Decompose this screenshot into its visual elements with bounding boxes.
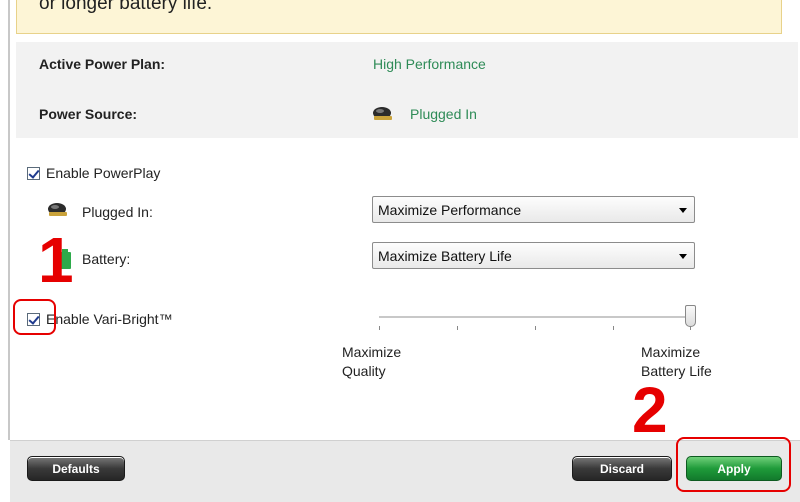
slider-tick: [613, 326, 614, 330]
plugged-in-label: Plugged In:: [82, 204, 153, 220]
power-settings-panel: or longer battery life. Active Power Pla…: [0, 0, 800, 502]
slider-max-caption-line1: Maximize: [641, 344, 701, 360]
battery-dropdown[interactable]: Maximize Battery Life: [372, 242, 695, 269]
enable-powerplay-checkbox[interactable]: [27, 166, 40, 180]
power-source-label: Power Source:: [39, 106, 138, 122]
enable-powerplay-label: Enable PowerPlay: [46, 165, 161, 181]
slider-min-caption-line1: Maximize: [342, 344, 402, 360]
active-plan-label: Active Power Plan:: [39, 56, 166, 72]
active-plan-value: High Performance: [373, 56, 486, 72]
discard-button[interactable]: Discard: [572, 456, 672, 481]
dropdown-arrow-icon: [679, 208, 687, 213]
annotation-box-apply: [676, 437, 791, 492]
power-source-value: Plugged In: [410, 106, 477, 122]
settings-section: [10, 142, 800, 440]
notice-text: or longer battery life.: [39, 0, 213, 14]
varibright-slider-track[interactable]: [379, 316, 691, 318]
battery-label: Battery:: [82, 251, 131, 267]
annotation-step-1: 1: [38, 224, 74, 296]
mouse-plugged-icon: [373, 107, 392, 120]
slider-tick: [457, 326, 458, 330]
plugged-in-dropdown[interactable]: Maximize Performance: [372, 196, 695, 223]
plugged-in-dropdown-value: Maximize Performance: [378, 202, 522, 218]
annotation-step-2: 2: [632, 374, 668, 446]
slider-tick: [379, 326, 380, 330]
dropdown-arrow-icon: [679, 254, 687, 259]
defaults-button[interactable]: Defaults: [27, 456, 125, 481]
slider-tick: [535, 326, 536, 330]
notice-banner: or longer battery life.: [16, 0, 782, 34]
battery-dropdown-value: Maximize Battery Life: [378, 248, 512, 264]
enable-powerplay-row[interactable]: Enable PowerPlay: [27, 165, 160, 181]
annotation-box-checkbox: [13, 299, 56, 335]
power-info-panel: Active Power Plan: High Performance Powe…: [16, 42, 798, 138]
enable-varibright-label: Enable Vari-Bright™: [46, 311, 173, 327]
slider-min-caption: Maximize Quality: [342, 343, 401, 381]
varibright-slider-thumb[interactable]: [684, 305, 696, 327]
slider-min-caption-line2: Quality: [342, 363, 386, 379]
mouse-plugged-icon: [48, 203, 67, 216]
